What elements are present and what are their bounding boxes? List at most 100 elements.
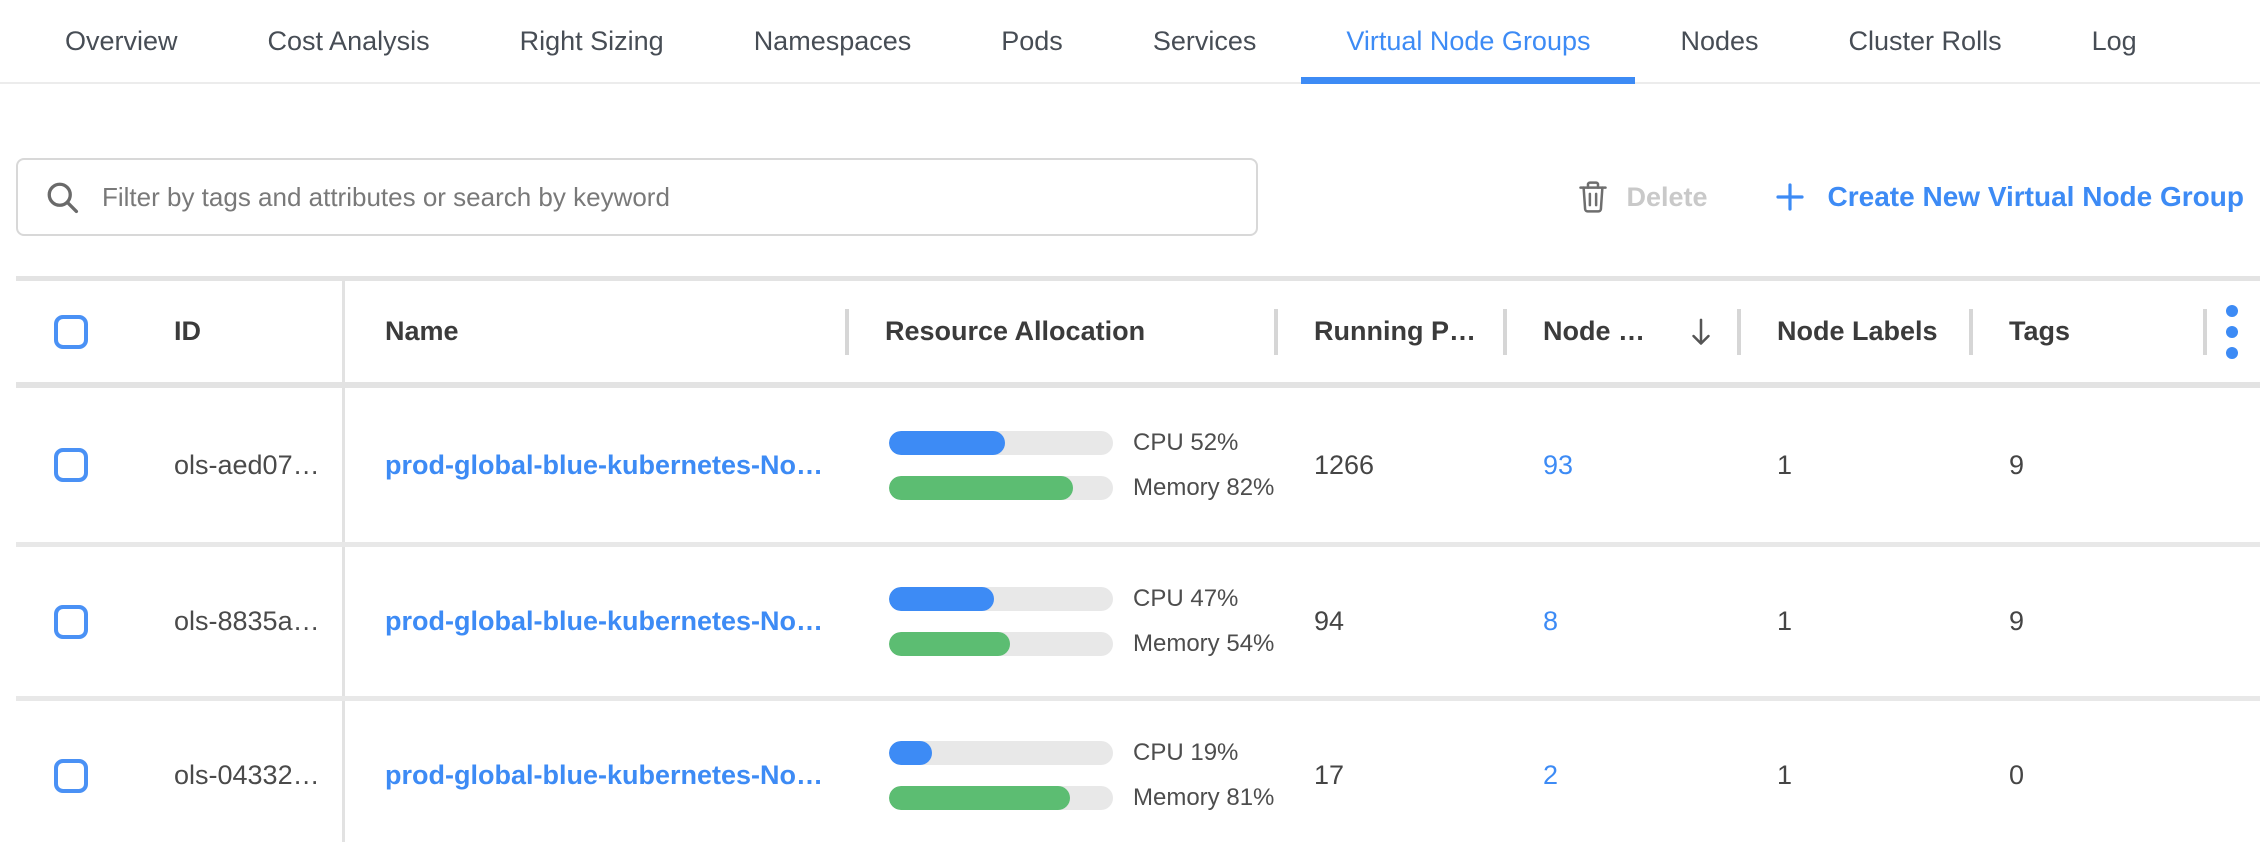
tab-label: Services bbox=[1153, 26, 1257, 57]
vng-name-link[interactable]: prod-global-blue-kubernetes-No… bbox=[385, 760, 823, 790]
column-header-tags[interactable]: Tags bbox=[1969, 281, 2203, 382]
tab-label: Nodes bbox=[1680, 26, 1758, 57]
cpu-bar-fill bbox=[889, 587, 994, 611]
tab-namespaces[interactable]: Namespaces bbox=[709, 0, 957, 82]
tab-services[interactable]: Services bbox=[1108, 0, 1302, 82]
resource-allocation-cell: CPU 52% Memory 82% bbox=[845, 429, 1274, 502]
tab-label: Pods bbox=[1001, 26, 1063, 57]
tab-cluster-rolls[interactable]: Cluster Rolls bbox=[1804, 0, 2047, 82]
row-checkbox[interactable] bbox=[54, 759, 88, 793]
toolbar-actions: Delete Create New Virtual Node Group bbox=[1578, 180, 2244, 214]
nodes-count-link[interactable]: 93 bbox=[1543, 450, 1573, 480]
tab-log[interactable]: Log bbox=[2047, 0, 2182, 82]
memory-usage-label: Memory 54% bbox=[1133, 630, 1274, 658]
cpu-bar-fill bbox=[889, 741, 932, 765]
memory-bar-fill bbox=[889, 632, 1010, 656]
toolbar: Delete Create New Virtual Node Group bbox=[0, 158, 2260, 236]
cpu-bar-track bbox=[889, 431, 1113, 455]
filter-search-input[interactable] bbox=[102, 182, 1236, 213]
tab-virtual-node-groups[interactable]: Virtual Node Groups bbox=[1301, 0, 1635, 82]
memory-bar-fill bbox=[889, 786, 1070, 810]
cpu-bar-fill bbox=[889, 431, 1005, 455]
nodes-count-link[interactable]: 2 bbox=[1543, 760, 1558, 790]
table-row: ols-8835a… prod-global-blue-kubernetes-N… bbox=[16, 542, 2260, 696]
tab-nodes[interactable]: Nodes bbox=[1635, 0, 1803, 82]
running-pods-count: 17 bbox=[1274, 760, 1503, 791]
delete-label: Delete bbox=[1626, 182, 1707, 213]
select-all-checkbox[interactable] bbox=[54, 315, 88, 349]
tab-label: Log bbox=[2092, 26, 2137, 57]
memory-usage: Memory 54% bbox=[889, 630, 1274, 658]
resource-allocation-cell: CPU 47% Memory 54% bbox=[845, 585, 1274, 658]
tab-right-sizing[interactable]: Right Sizing bbox=[475, 0, 709, 82]
cpu-usage: CPU 19% bbox=[889, 739, 1274, 767]
memory-bar-fill bbox=[889, 476, 1073, 500]
plus-icon bbox=[1774, 181, 1806, 213]
kebab-dot bbox=[2226, 305, 2238, 317]
node-labels-count: 1 bbox=[1737, 760, 1969, 791]
tab-cost-analysis[interactable]: Cost Analysis bbox=[223, 0, 475, 82]
row-checkbox-cell bbox=[16, 701, 126, 842]
table-body: ols-aed07… prod-global-blue-kubernetes-N… bbox=[16, 388, 2260, 842]
cpu-usage-label: CPU 19% bbox=[1133, 739, 1238, 767]
vng-name-link[interactable]: prod-global-blue-kubernetes-No… bbox=[385, 606, 823, 636]
vng-id: ols-aed07… bbox=[126, 388, 345, 542]
memory-bar-track bbox=[889, 786, 1113, 810]
vng-id: ols-04332… bbox=[126, 701, 345, 842]
filter-search-box[interactable] bbox=[16, 158, 1258, 236]
tab-label: Overview bbox=[65, 26, 178, 57]
tags-count: 0 bbox=[1969, 760, 2203, 791]
memory-usage-label: Memory 81% bbox=[1133, 784, 1274, 812]
column-header-id[interactable]: ID bbox=[126, 281, 345, 382]
row-checkbox[interactable] bbox=[54, 448, 88, 482]
tab-label: Cost Analysis bbox=[268, 26, 430, 57]
create-vng-button[interactable]: Create New Virtual Node Group bbox=[1774, 181, 2244, 213]
cpu-usage-label: CPU 52% bbox=[1133, 429, 1238, 457]
column-header-node-labels[interactable]: Node Labels bbox=[1737, 281, 1969, 382]
sort-descending-icon[interactable] bbox=[1687, 317, 1715, 347]
tab-pods[interactable]: Pods bbox=[956, 0, 1108, 82]
memory-usage: Memory 81% bbox=[889, 784, 1274, 812]
node-labels-count: 1 bbox=[1737, 606, 1969, 637]
table-row: ols-aed07… prod-global-blue-kubernetes-N… bbox=[16, 388, 2260, 542]
trash-icon bbox=[1578, 180, 1608, 214]
tab-label: Right Sizing bbox=[520, 26, 664, 57]
vng-id: ols-8835a… bbox=[126, 547, 345, 696]
memory-usage: Memory 82% bbox=[889, 474, 1274, 502]
search-icon bbox=[44, 179, 80, 215]
tab-bar: Overview Cost Analysis Right Sizing Name… bbox=[0, 0, 2260, 84]
create-vng-label: Create New Virtual Node Group bbox=[1828, 181, 2244, 213]
running-pods-count: 1266 bbox=[1274, 450, 1503, 481]
column-header-resource-allocation[interactable]: Resource Allocation bbox=[845, 281, 1274, 382]
column-header-name[interactable]: Name bbox=[345, 281, 845, 382]
cpu-bar-track bbox=[889, 587, 1113, 611]
row-checkbox[interactable] bbox=[54, 605, 88, 639]
nodes-count-link[interactable]: 8 bbox=[1543, 606, 1558, 636]
column-options-kebab-menu[interactable] bbox=[2203, 281, 2260, 382]
tags-count: 9 bbox=[1969, 450, 2203, 481]
cpu-usage: CPU 47% bbox=[889, 585, 1274, 613]
virtual-node-groups-page: Overview Cost Analysis Right Sizing Name… bbox=[0, 0, 2260, 842]
tab-label: Virtual Node Groups bbox=[1346, 26, 1590, 57]
tab-label: Cluster Rolls bbox=[1849, 26, 2002, 57]
vng-table: ID Name Resource Allocation Running P… N… bbox=[16, 276, 2260, 842]
cpu-usage-label: CPU 47% bbox=[1133, 585, 1238, 613]
column-header-nodes[interactable]: Node … bbox=[1503, 281, 1737, 382]
memory-bar-track bbox=[889, 632, 1113, 656]
vng-name-link[interactable]: prod-global-blue-kubernetes-No… bbox=[385, 450, 823, 480]
delete-button[interactable]: Delete bbox=[1578, 180, 1707, 214]
tab-label: Namespaces bbox=[754, 26, 912, 57]
column-header-running-pods[interactable]: Running P… bbox=[1274, 281, 1503, 382]
resource-allocation-cell: CPU 19% Memory 81% bbox=[845, 739, 1274, 812]
running-pods-count: 94 bbox=[1274, 606, 1503, 637]
table-header-row: ID Name Resource Allocation Running P… N… bbox=[16, 281, 2260, 388]
node-labels-count: 1 bbox=[1737, 450, 1969, 481]
memory-usage-label: Memory 82% bbox=[1133, 474, 1274, 502]
row-checkbox-cell bbox=[16, 547, 126, 696]
kebab-dot bbox=[2226, 326, 2238, 338]
tab-overview[interactable]: Overview bbox=[20, 0, 223, 82]
row-checkbox-cell bbox=[16, 388, 126, 542]
cpu-usage: CPU 52% bbox=[889, 429, 1274, 457]
cpu-bar-track bbox=[889, 741, 1113, 765]
memory-bar-track bbox=[889, 476, 1113, 500]
